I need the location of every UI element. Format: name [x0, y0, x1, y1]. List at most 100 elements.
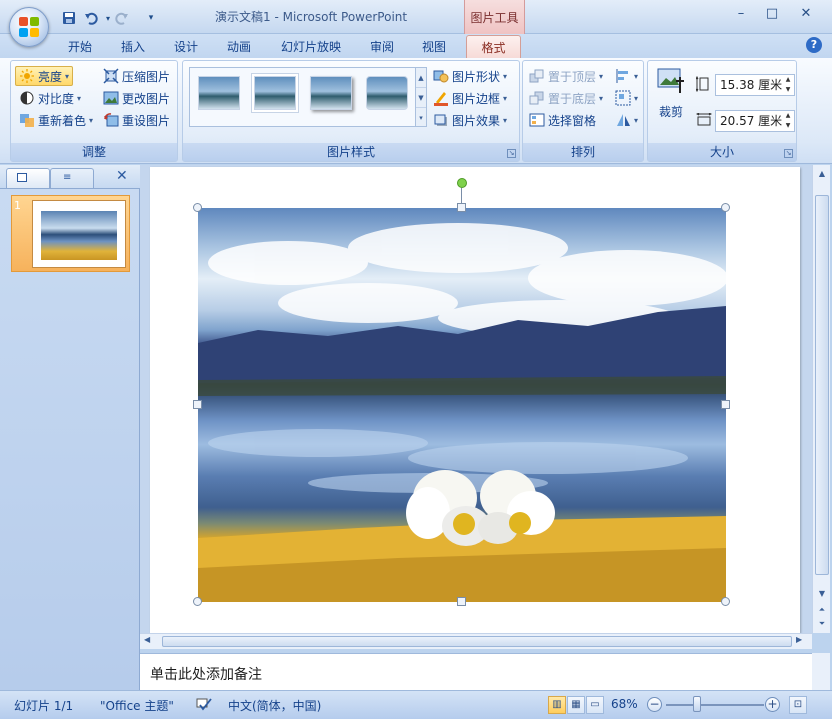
- height-icon: [695, 75, 710, 93]
- resize-handle-bottom[interactable]: [457, 597, 466, 606]
- rotate-icon[interactable]: ▾: [615, 110, 638, 130]
- slide-sorter-icon[interactable]: ▦: [567, 696, 585, 714]
- gallery-style-3[interactable]: [310, 76, 352, 110]
- undo-icon[interactable]: [82, 9, 100, 27]
- crop-button[interactable]: 裁剪: [654, 65, 688, 121]
- ribbon-tabs: 开始 插入 设计 动画 幻灯片放映 审阅 视图 格式 ?: [0, 34, 832, 59]
- redo-icon[interactable]: [113, 9, 131, 27]
- compress-pictures-button[interactable]: 压缩图片: [103, 66, 170, 86]
- tab-slideshow[interactable]: 幻灯片放映: [281, 38, 341, 55]
- picture-shape-icon: [433, 68, 449, 84]
- save-icon[interactable]: [60, 9, 78, 27]
- selected-picture[interactable]: [198, 208, 726, 602]
- gallery-more-icon[interactable]: ▾: [416, 108, 426, 128]
- notes-placeholder[interactable]: 单击此处添加备注: [150, 664, 262, 684]
- width-input[interactable]: 20.57 厘米 ▲ ▼: [715, 110, 795, 132]
- horizontal-scrollbar[interactable]: ◀ ▶: [140, 633, 812, 649]
- fit-to-window-icon[interactable]: ⊡: [789, 696, 807, 714]
- notes-scrollbar[interactable]: [812, 653, 830, 690]
- reset-picture-button[interactable]: 重设图片: [103, 110, 170, 130]
- bring-to-front-icon: [529, 68, 545, 84]
- help-icon[interactable]: ?: [806, 37, 822, 53]
- zoom-out-icon[interactable]: −: [647, 697, 662, 712]
- notes-pane[interactable]: 单击此处添加备注: [140, 653, 812, 690]
- normal-view-icon[interactable]: ▥: [548, 696, 566, 714]
- group-picture-styles: ▲ ▼ ▾ 图片形状 ▾ 图片边框 ▾ 图片效果 ▾ 图片样式 ↘: [182, 60, 520, 162]
- resize-handle-top[interactable]: [457, 203, 466, 212]
- resize-handle-top-right[interactable]: [721, 203, 730, 212]
- send-to-back-button[interactable]: 置于底层 ▾: [529, 88, 603, 108]
- selection-pane-icon: [529, 112, 545, 128]
- tab-slides[interactable]: [6, 168, 50, 188]
- tab-outline[interactable]: ≡: [50, 168, 94, 188]
- resize-handle-top-left[interactable]: [193, 203, 202, 212]
- dialog-launcher-icon[interactable]: ↘: [507, 149, 516, 158]
- brightness-button[interactable]: 亮度 ▾: [15, 66, 74, 86]
- scroll-up-icon[interactable]: ▲: [416, 68, 426, 88]
- scroll-down-icon[interactable]: ▼: [815, 587, 829, 601]
- group-label-adjust: 调整: [11, 143, 177, 161]
- resize-handle-bottom-left[interactable]: [193, 597, 202, 606]
- rotate-handle[interactable]: [457, 178, 467, 188]
- maximize-button[interactable]: □: [761, 6, 783, 24]
- tab-review[interactable]: 审阅: [370, 38, 394, 55]
- vertical-scrollbar[interactable]: ▲ ▼ ⏶ ⏷: [812, 165, 830, 633]
- spell-check-icon[interactable]: [195, 697, 213, 714]
- resize-handle-left[interactable]: [193, 400, 202, 409]
- language[interactable]: 中文(简体，中国): [228, 697, 321, 714]
- tab-insert[interactable]: 插入: [121, 38, 145, 55]
- zoom-in-icon[interactable]: +: [765, 697, 780, 712]
- next-slide-icon[interactable]: ⏷: [815, 617, 829, 631]
- change-picture-button[interactable]: 更改图片: [103, 88, 170, 108]
- zoom-level[interactable]: 68%: [611, 697, 638, 711]
- spinner-arrows-icon[interactable]: ▲ ▼: [782, 75, 794, 95]
- zoom-slider-knob[interactable]: [693, 696, 701, 712]
- slide-thumbnail[interactable]: [32, 200, 126, 268]
- scroll-left-icon[interactable]: ◀: [144, 635, 150, 644]
- scroll-up-icon[interactable]: ▲: [815, 167, 829, 181]
- previous-slide-icon[interactable]: ⏶: [815, 603, 829, 617]
- bring-to-front-button[interactable]: 置于顶层 ▾: [529, 66, 603, 86]
- contrast-button[interactable]: 对比度 ▾: [19, 88, 81, 108]
- close-button[interactable]: ✕: [795, 6, 817, 24]
- scroll-down-icon[interactable]: ▼: [416, 88, 426, 108]
- picture-styles-gallery[interactable]: [189, 67, 421, 127]
- close-pane-icon[interactable]: ✕: [116, 168, 128, 184]
- gallery-style-1[interactable]: [198, 76, 240, 110]
- chevron-down-icon: ▾: [89, 115, 94, 125]
- picture-shape-button[interactable]: 图片形状 ▾: [433, 66, 507, 86]
- align-icon[interactable]: ▾: [615, 66, 638, 86]
- chevron-down-icon: ▾: [503, 115, 508, 125]
- picture-effects-button[interactable]: 图片效果 ▾: [433, 110, 507, 130]
- tab-design[interactable]: 设计: [174, 38, 198, 55]
- tab-animations[interactable]: 动画: [227, 38, 251, 55]
- chevron-down-icon: ▾: [65, 71, 70, 81]
- reset-picture-icon: [103, 112, 119, 128]
- scroll-right-icon[interactable]: ▶: [796, 635, 802, 644]
- zoom-slider[interactable]: [666, 704, 764, 706]
- tab-format[interactable]: 格式: [466, 35, 521, 59]
- tab-home[interactable]: 开始: [68, 38, 92, 55]
- recolor-button[interactable]: 重新着色 ▾: [19, 110, 93, 130]
- gallery-style-4[interactable]: [366, 76, 408, 110]
- picture-border-button[interactable]: 图片边框 ▾: [433, 88, 507, 108]
- resize-handle-right[interactable]: [721, 400, 730, 409]
- gallery-style-2[interactable]: [254, 76, 296, 110]
- spinner-arrows-icon[interactable]: ▲ ▼: [782, 111, 794, 131]
- minimize-button[interactable]: –: [730, 6, 752, 24]
- horizontal-scroll-thumb[interactable]: [162, 636, 792, 647]
- office-button[interactable]: [9, 7, 49, 47]
- ribbon: 亮度 ▾ 对比度 ▾ 重新着色 ▾ 压缩图片 更改图片 重设图片 调整 ▲ ▼ …: [0, 58, 832, 164]
- dialog-launcher-icon[interactable]: ↘: [784, 149, 793, 158]
- height-input[interactable]: 15.38 厘米 ▲ ▼: [715, 74, 795, 96]
- gallery-scroll[interactable]: ▲ ▼ ▾: [415, 67, 427, 127]
- tab-view[interactable]: 视图: [422, 38, 446, 55]
- vertical-scroll-thumb[interactable]: [815, 195, 829, 575]
- selection-pane-button[interactable]: 选择窗格: [529, 110, 596, 130]
- group-objects-icon[interactable]: ▾: [615, 88, 638, 108]
- slideshow-icon[interactable]: ▭: [586, 696, 604, 714]
- customize-qat-icon[interactable]: ▾: [142, 9, 160, 27]
- slide-number: 1: [14, 199, 21, 212]
- resize-handle-bottom-right[interactable]: [721, 597, 730, 606]
- slide-thumbnail-selected[interactable]: [11, 195, 130, 272]
